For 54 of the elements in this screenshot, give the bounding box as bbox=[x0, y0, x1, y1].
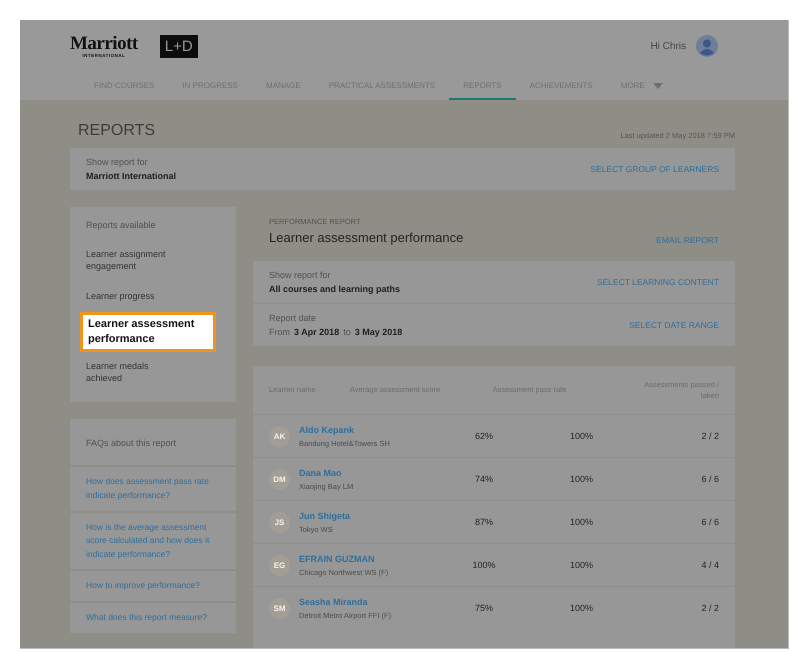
page-title: REPORTS bbox=[78, 122, 156, 140]
select-link[interactable]: SELECT LEARNING CONTENT bbox=[596, 277, 719, 287]
panel-heading: Reports available bbox=[85, 220, 157, 230]
score-cell-text: 62% bbox=[474, 431, 494, 441]
avatar-icon[interactable] bbox=[696, 35, 718, 57]
score-cell-text: 75% bbox=[474, 603, 494, 613]
faq-link[interactable]: How does assessment pass rate indicate performance? bbox=[86, 475, 220, 503]
score-cell-text: 87% bbox=[474, 517, 494, 527]
passed-cell-text: 6 / 6 bbox=[700, 517, 719, 527]
greeting: Hi Chris bbox=[650, 40, 686, 52]
initials-avatar: SM bbox=[269, 598, 290, 618]
passed-cell-text: 4 / 4 bbox=[700, 560, 719, 570]
learner-name-link[interactable]: EFRAIN GUZMAN bbox=[299, 554, 388, 564]
report-item[interactable]: Learner progress bbox=[80, 290, 192, 302]
report-item[interactable]: Learner assessment performance bbox=[80, 312, 216, 352]
score-cell-text: 100% bbox=[471, 560, 497, 570]
faq-link[interactable]: How is the average assessment score calculated and how does it indicate performance? bbox=[86, 520, 220, 562]
learner-name-link[interactable]: Dana Mao bbox=[299, 468, 354, 478]
caret-icon bbox=[652, 82, 663, 88]
passed-cell-text: 6 / 6 bbox=[700, 474, 719, 484]
filter-value: Marriott International bbox=[86, 171, 176, 181]
initials-avatar: DM bbox=[269, 468, 290, 490]
select-group-link[interactable]: SELECT GROUP OF LEARNERS bbox=[590, 164, 719, 174]
ld-logo: L+D bbox=[160, 34, 198, 58]
pass-rate-cell-text: 100% bbox=[568, 517, 594, 527]
pass-rate-cell-text: 100% bbox=[568, 474, 594, 484]
email-report-link[interactable]: EMAIL REPORT bbox=[656, 235, 719, 245]
learner-name-link[interactable]: Aldo Kepank bbox=[299, 424, 390, 434]
from-date: 3 Apr 2018 bbox=[294, 327, 340, 337]
report-item[interactable]: Learner medals achieved bbox=[80, 360, 192, 384]
score-cell-text: 74% bbox=[474, 474, 494, 484]
to-date: 3 May 2018 bbox=[354, 327, 402, 337]
initials-avatar: AK bbox=[269, 426, 290, 446]
filter-value: All courses and learning paths bbox=[269, 284, 400, 294]
filter-label: Show report for bbox=[86, 157, 149, 167]
faq-link[interactable]: How to improve performance? bbox=[86, 579, 220, 593]
pass-rate-cell-text: 100% bbox=[568, 603, 594, 613]
passed-cell-text: 2 / 2 bbox=[700, 603, 719, 613]
pass-rate-cell-text: 100% bbox=[568, 431, 594, 441]
report-title: Learner assessment performance bbox=[269, 230, 464, 245]
faq-link[interactable]: What does this report measure? bbox=[86, 610, 220, 625]
filter-label: Show report for bbox=[269, 270, 332, 280]
pass-rate-cell-text: 100% bbox=[568, 560, 594, 570]
filter-label: Report date bbox=[269, 313, 318, 323]
initials-avatar: JS bbox=[269, 512, 290, 532]
report-item[interactable]: Learner assignment engagement bbox=[80, 248, 192, 272]
learner-name-link[interactable]: Jun Shigeta bbox=[299, 510, 350, 520]
initials-avatar: EG bbox=[269, 554, 290, 576]
learner-name-link[interactable]: Seasha Miranda bbox=[299, 596, 392, 606]
passed-cell-text: 2 / 2 bbox=[700, 431, 719, 441]
to-label: to bbox=[343, 327, 351, 337]
from-label: From bbox=[269, 327, 290, 337]
faq-heading: FAQs about this report bbox=[86, 438, 176, 448]
select-link[interactable]: SELECT DATE RANGE bbox=[629, 320, 719, 330]
